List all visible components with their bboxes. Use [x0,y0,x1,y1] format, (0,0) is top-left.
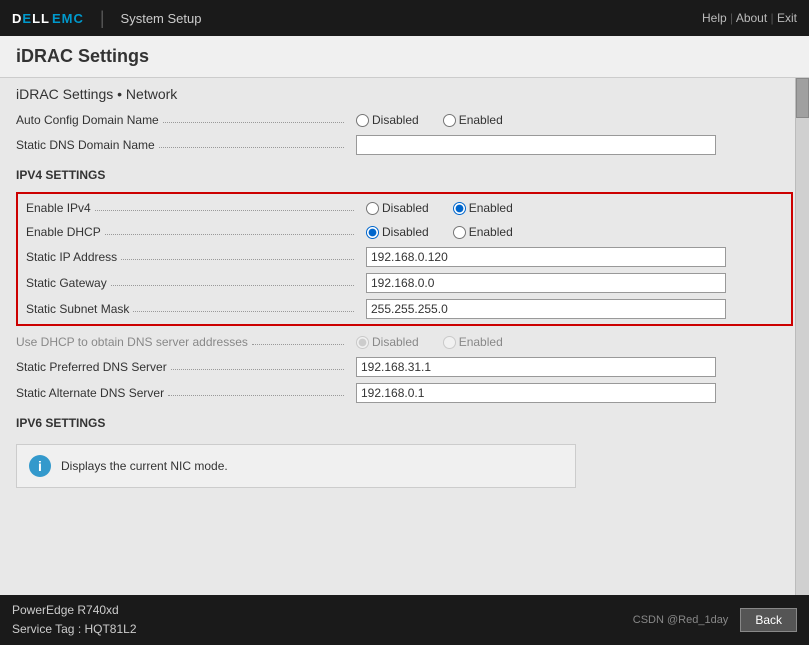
alternate-dns-row: Static Alternate DNS Server [16,380,793,406]
enable-ipv4-value: Disabled Enabled [366,201,791,215]
ipv4-section-header: IPV4 SETTINGS [16,158,793,188]
static-ip-label: Static IP Address [26,250,366,264]
static-subnet-row: Static Subnet Mask [18,296,791,322]
info-text: Displays the current NIC mode. [61,459,228,473]
bottombar-right: CSDN @Red_1day Back [633,608,797,632]
alternate-dns-input[interactable] [356,383,716,403]
ipv6-section-title: IPV6 SETTINGS [16,410,105,433]
static-ip-input[interactable] [366,247,726,267]
page-header: iDRAC Settings [0,36,809,78]
model-label: PowerEdge R740xd [12,601,137,620]
use-dhcp-dns-enabled-radio[interactable]: Enabled [443,335,503,349]
enable-ipv4-row: Enable IPv4 Disabled Enabled [18,196,791,220]
scroll-thumb[interactable] [796,78,809,118]
static-dns-label: Static DNS Domain Name [16,138,356,152]
topbar-title: System Setup [121,11,202,26]
enable-dhcp-disabled-radio[interactable]: Disabled [366,225,429,239]
static-ip-row: Static IP Address [18,244,791,270]
alternate-dns-label: Static Alternate DNS Server [16,386,356,400]
scroll-indicator[interactable] [795,78,809,595]
enable-dhcp-label: Enable DHCP [26,225,366,239]
static-gateway-input[interactable] [366,273,726,293]
ipv4-section-title: IPV4 SETTINGS [16,162,105,185]
auto-config-disabled-radio[interactable]: Disabled [356,113,419,127]
static-subnet-value[interactable] [366,299,791,319]
static-dns-input[interactable] [356,135,716,155]
static-dns-row: Static DNS Domain Name [16,132,793,158]
preferred-dns-label: Static Preferred DNS Server [16,360,356,374]
settings-table: Auto Config Domain Name Disabled Enabled [0,108,809,436]
enable-dhcp-enabled-radio[interactable]: Enabled [453,225,513,239]
auto-config-row: Auto Config Domain Name Disabled Enabled [16,108,793,132]
enable-dhcp-row: Enable DHCP Disabled Enabled [18,220,791,244]
auto-config-label: Auto Config Domain Name [16,113,356,127]
use-dhcp-dns-disabled-radio[interactable]: Disabled [356,335,419,349]
topbar: DELLEMC | System Setup Help | About | Ex… [0,0,809,36]
watermark: CSDN @Red_1day [633,614,729,626]
enable-ipv4-enabled-radio[interactable]: Enabled [453,201,513,215]
ipv4-settings-box: Enable IPv4 Disabled Enabled [16,192,793,326]
about-link[interactable]: About [736,11,767,25]
topbar-separator: | [100,8,105,29]
enable-ipv4-disabled-radio[interactable]: Disabled [366,201,429,215]
preferred-dns-input[interactable] [356,357,716,377]
use-dhcp-dns-row: Use DHCP to obtain DNS server addresses … [16,330,793,354]
preferred-dns-row: Static Preferred DNS Server [16,354,793,380]
enable-ipv4-label: Enable IPv4 [26,201,366,215]
bottombar-info: PowerEdge R740xd Service Tag : HQT81L2 [12,601,137,639]
static-gateway-value[interactable] [366,273,791,293]
section-breadcrumb: iDRAC Settings • Network [0,78,809,108]
exit-link[interactable]: Exit [777,11,797,25]
help-link[interactable]: Help [702,11,727,25]
preferred-dns-value[interactable] [356,357,793,377]
back-button[interactable]: Back [740,608,797,632]
service-tag-label: Service Tag : HQT81L2 [12,620,137,639]
topbar-right: Help | About | Exit [702,11,797,25]
page-title: iDRAC Settings [16,46,793,67]
static-subnet-label: Static Subnet Mask [26,302,366,316]
static-subnet-input[interactable] [366,299,726,319]
static-gateway-row: Static Gateway [18,270,791,296]
auto-config-value: Disabled Enabled [356,113,793,127]
enable-dhcp-value: Disabled Enabled [366,225,791,239]
info-box: i Displays the current NIC mode. [16,444,576,488]
info-icon: i [29,455,51,477]
use-dhcp-dns-label: Use DHCP to obtain DNS server addresses [16,335,356,349]
ipv6-section-header: IPV6 SETTINGS [16,406,793,436]
main: iDRAC Settings • Network Auto Config Dom… [0,78,809,595]
topbar-logo: DELLEMC [12,10,84,27]
topbar-left: DELLEMC | System Setup [12,8,201,29]
use-dhcp-dns-value: Disabled Enabled [356,335,793,349]
content: iDRAC Settings • Network Auto Config Dom… [0,78,809,595]
static-gateway-label: Static Gateway [26,276,366,290]
static-dns-value[interactable] [356,135,793,155]
static-ip-value[interactable] [366,247,791,267]
auto-config-enabled-radio[interactable]: Enabled [443,113,503,127]
alternate-dns-value[interactable] [356,383,793,403]
